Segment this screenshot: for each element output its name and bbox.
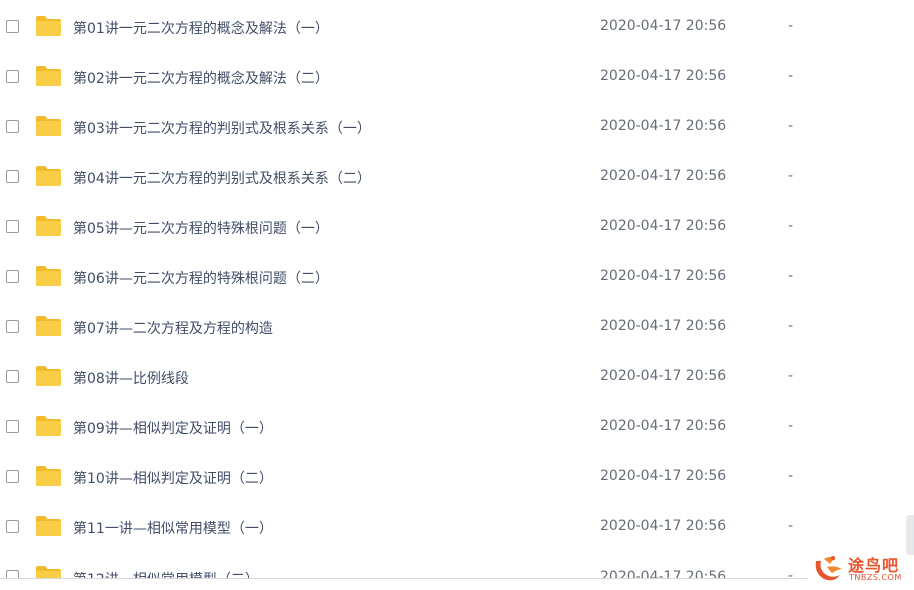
modified-date: 2020-04-17 20:56 — [600, 218, 727, 234]
modified-date: 2020-04-17 20:56 — [600, 68, 727, 84]
file-name[interactable]: 第02讲一元二次方程的概念及解法（二） — [73, 68, 329, 88]
modified-date: 2020-04-17 20:56 — [600, 368, 727, 384]
modified-date: 2020-04-17 20:56 — [600, 18, 727, 34]
file-row[interactable]: 第08讲—比例线段 2020-04-17 20:56 - — [0, 352, 914, 402]
row-checkbox[interactable] — [6, 170, 19, 183]
modified-date: 2020-04-17 20:56 — [600, 268, 727, 284]
folder-icon — [36, 316, 61, 336]
row-checkbox[interactable] — [6, 20, 19, 33]
file-name[interactable]: 第10讲—相似判定及证明（二） — [73, 468, 273, 488]
file-row[interactable]: 第04讲一元二次方程的判别式及根系关系（二） 2020-04-17 20:56 … — [0, 152, 914, 202]
file-size: - — [788, 468, 794, 484]
row-checkbox[interactable] — [6, 370, 19, 383]
modified-date: 2020-04-17 20:56 — [600, 118, 727, 134]
row-checkbox[interactable] — [6, 470, 19, 483]
modified-date: 2020-04-17 20:56 — [600, 418, 727, 434]
file-name[interactable]: 第07讲—二次方程及方程的构造 — [73, 318, 273, 338]
row-checkbox[interactable] — [6, 270, 19, 283]
watermark: 途鸟吧 TNBZS.COM — [812, 551, 912, 587]
file-row[interactable]: 第06讲—元二次方程的特殊根问题（二） 2020-04-17 20:56 - — [0, 252, 914, 302]
file-name[interactable]: 第08讲—比例线段 — [73, 368, 189, 388]
folder-icon — [36, 166, 61, 186]
file-row[interactable]: 第03讲一元二次方程的判别式及根系关系（一） 2020-04-17 20:56 … — [0, 102, 914, 152]
file-name[interactable]: 第05讲—元二次方程的特殊根问题（一） — [73, 218, 329, 238]
file-name[interactable]: 第11一讲—相似常用模型（一） — [73, 518, 273, 538]
file-name[interactable]: 第09讲—相似判定及证明（一） — [73, 418, 273, 438]
modified-date: 2020-04-17 20:56 — [600, 518, 727, 534]
row-checkbox[interactable] — [6, 120, 19, 133]
file-size: - — [788, 418, 794, 434]
file-size: - — [788, 68, 794, 84]
file-size: - — [788, 168, 794, 184]
folder-icon — [36, 466, 61, 486]
file-row[interactable]: 第10讲—相似判定及证明（二） 2020-04-17 20:56 - — [0, 452, 914, 502]
folder-icon — [36, 516, 61, 536]
file-size: - — [788, 518, 794, 534]
watermark-url: TNBZS.COM — [849, 573, 902, 582]
file-row[interactable]: 第02讲一元二次方程的概念及解法（二） 2020-04-17 20:56 - — [0, 52, 914, 102]
list-bottom-divider — [0, 578, 808, 579]
file-row[interactable]: 第11一讲—相似常用模型（一） 2020-04-17 20:56 - — [0, 502, 914, 552]
file-name[interactable]: 第03讲一元二次方程的判别式及根系关系（一） — [73, 118, 371, 138]
file-row[interactable]: 第05讲—元二次方程的特殊根问题（一） 2020-04-17 20:56 - — [0, 202, 914, 252]
folder-icon — [36, 366, 61, 386]
file-size: - — [788, 118, 794, 134]
file-name[interactable]: 第04讲一元二次方程的判别式及根系关系（二） — [73, 168, 371, 188]
folder-icon — [36, 416, 61, 436]
row-checkbox[interactable] — [6, 520, 19, 533]
file-row[interactable]: 第09讲—相似判定及证明（一） 2020-04-17 20:56 - — [0, 402, 914, 452]
file-name[interactable]: 第06讲—元二次方程的特殊根问题（二） — [73, 268, 329, 288]
scrollbar-handle[interactable] — [906, 515, 914, 555]
folder-icon — [36, 266, 61, 286]
folder-icon — [36, 216, 61, 236]
modified-date: 2020-04-17 20:56 — [600, 168, 727, 184]
file-size: - — [788, 18, 794, 34]
list-bottom-mask — [0, 579, 914, 590]
file-row[interactable]: 第01讲一元二次方程的概念及解法（一） 2020-04-17 20:56 - — [0, 2, 914, 52]
file-size: - — [788, 318, 794, 334]
file-size: - — [788, 368, 794, 384]
folder-icon — [36, 16, 61, 36]
row-checkbox[interactable] — [6, 320, 19, 333]
file-row[interactable]: 第07讲—二次方程及方程的构造 2020-04-17 20:56 - — [0, 302, 914, 352]
file-size: - — [788, 218, 794, 234]
row-checkbox[interactable] — [6, 70, 19, 83]
folder-icon — [36, 66, 61, 86]
file-name[interactable]: 第01讲一元二次方程的概念及解法（一） — [73, 18, 329, 38]
file-size: - — [788, 268, 794, 284]
modified-date: 2020-04-17 20:56 — [600, 318, 727, 334]
row-checkbox[interactable] — [6, 220, 19, 233]
modified-date: 2020-04-17 20:56 — [600, 468, 727, 484]
bird-logo-icon — [815, 556, 842, 581]
row-checkbox[interactable] — [6, 420, 19, 433]
folder-icon — [36, 116, 61, 136]
file-list: 第01讲一元二次方程的概念及解法（一） 2020-04-17 20:56 - 第… — [0, 0, 914, 590]
